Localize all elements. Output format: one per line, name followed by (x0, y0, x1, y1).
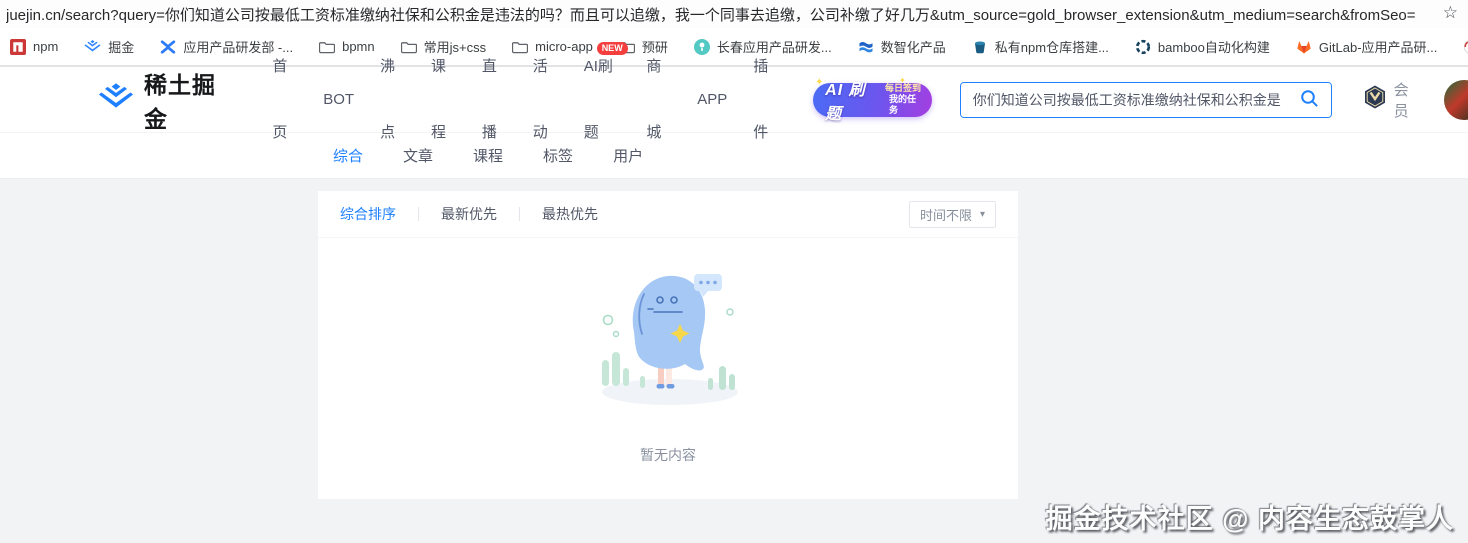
nav-label: 首页 (272, 57, 288, 141)
bookmark-private-npm[interactable]: 私有npm仓库搭建... (972, 37, 1109, 56)
bookmark-label: npm (33, 39, 59, 54)
member-badge-icon (1362, 84, 1388, 115)
main-nav: 首页 BOT 沸点 课程 直播 活动 AI刷题 NEW 商城 APP 插件 (259, 34, 791, 166)
bookmark-label: 掘金 (108, 40, 135, 55)
nav-label: BOT (323, 90, 355, 108)
bookmark-label: bamboo自动化构建 (1157, 40, 1270, 55)
content-area: 综合排序 最新优先 最热优先 时间不限 ▾ 暂无内容 掘金技术社区 @ 内容生态… (0, 179, 1468, 542)
search-results-card: 综合排序 最新优先 最热优先 时间不限 ▾ 暂无内容 (318, 191, 1018, 499)
nav-label: 商城 (646, 57, 662, 141)
search-button[interactable] (1286, 82, 1331, 117)
bookmark-label: GitLab-应用产品研... (1318, 40, 1438, 55)
bookmark-juejin[interactable]: 掘金 (84, 37, 134, 56)
member-entry[interactable]: 会员 (1362, 79, 1419, 121)
bookmark-yapi[interactable]: YApi (1463, 39, 1468, 55)
empty-text: 暂无内容 (640, 447, 696, 463)
banner-line1: 每日签到 (885, 83, 922, 93)
sparkle-icon: ✦ (899, 75, 906, 85)
juejin-logo-icon (98, 82, 134, 117)
empty-state: 暂无内容 (318, 238, 1018, 465)
nav-label: APP (697, 90, 728, 108)
bucket-icon (972, 39, 988, 55)
bookmark-star-icon[interactable]: ☆ (1443, 3, 1458, 23)
nav-label: 直播 (481, 57, 497, 141)
nav-item-app[interactable]: APP (684, 67, 740, 133)
banner-subtitle: 每日签到 我的任务 (885, 83, 922, 116)
nav-label: 插件 (753, 57, 769, 141)
divider (418, 207, 419, 221)
banner-line2: 我的任务 (889, 94, 917, 115)
sparkle-icon: ✦ (815, 76, 824, 88)
ai-practice-banner[interactable]: ✦ ✦ AI 刷题 每日签到 我的任务 (813, 76, 932, 123)
juejin-icon (84, 39, 101, 54)
juejin-header: 稀土掘金 首页 BOT 沸点 课程 直播 活动 AI刷题 NEW 商城 APP … (0, 41, 1468, 141)
banner-title: AI 刷题 (825, 81, 866, 123)
search-icon (1299, 88, 1319, 111)
sort-bar: 综合排序 最新优先 最热优先 时间不限 ▾ (318, 191, 1018, 238)
sort-hottest[interactable]: 最热优先 (542, 204, 598, 224)
nav-item-ai-practice[interactable]: AI刷题 NEW (571, 34, 634, 166)
empty-state-illustration (588, 260, 748, 415)
npm-icon (10, 38, 26, 55)
bookmark-gitlab[interactable]: GitLab-应用产品研... (1296, 37, 1437, 56)
new-badge: NEW (596, 41, 628, 55)
nav-item-courses[interactable]: 课程 (418, 34, 469, 166)
nav-label: 活动 (532, 57, 548, 141)
bookmark-label: 私有npm仓库搭建... (994, 40, 1109, 55)
browser-window: juejin.cn/search?query=你们知道公司按最低工资标准缴纳社保… (0, 0, 1468, 543)
blue-product-icon (858, 39, 874, 55)
user-avatar[interactable] (1444, 80, 1468, 120)
url-input[interactable]: juejin.cn/search?query=你们知道公司按最低工资标准缴纳社保… (6, 4, 1416, 25)
member-label: 会员 (1393, 81, 1409, 120)
blue-x-icon (160, 39, 176, 55)
bookmark-shuzhihua[interactable]: 数智化产品 (858, 37, 946, 56)
sort-newest[interactable]: 最新优先 (441, 204, 497, 224)
url-bar: juejin.cn/search?query=你们知道公司按最低工资标准缴纳社保… (0, 0, 1468, 28)
nav-label: 课程 (430, 57, 446, 141)
bamboo-icon (1135, 39, 1151, 55)
nav-label: 沸点 (380, 57, 396, 141)
nav-item-home[interactable]: 首页 (259, 34, 310, 166)
nav-item-live[interactable]: 直播 (469, 34, 520, 166)
bookmark-bamboo[interactable]: bamboo自动化构建 (1135, 37, 1270, 56)
yapi-icon (1463, 39, 1468, 55)
nav-item-extension[interactable]: 插件 (740, 34, 791, 166)
watermark-text: 掘金技术社区 @ 内容生态鼓掌人 (1045, 504, 1454, 534)
search-box (959, 81, 1332, 118)
divider (519, 207, 520, 221)
nav-item-bot[interactable]: BOT (310, 67, 367, 133)
time-filter-label: 时间不限 (919, 207, 972, 223)
bookmark-label: 数智化产品 (880, 40, 946, 55)
juejin-logo[interactable]: 稀土掘金 (98, 66, 229, 134)
nav-item-shop[interactable]: 商城 (633, 34, 684, 166)
bookmark-npm[interactable]: npm (10, 38, 59, 55)
logo-text: 稀土掘金 (144, 71, 216, 132)
sort-comprehensive[interactable]: 综合排序 (340, 204, 396, 224)
chevron-down-icon: ▾ (979, 208, 985, 220)
nav-item-pins[interactable]: 沸点 (367, 34, 418, 166)
nav-label: AI刷题 (583, 57, 613, 141)
search-input[interactable] (960, 82, 1287, 117)
gitlab-icon (1296, 39, 1312, 55)
nav-item-events[interactable]: 活动 (520, 34, 571, 166)
time-filter-dropdown[interactable]: 时间不限 ▾ (908, 200, 996, 228)
